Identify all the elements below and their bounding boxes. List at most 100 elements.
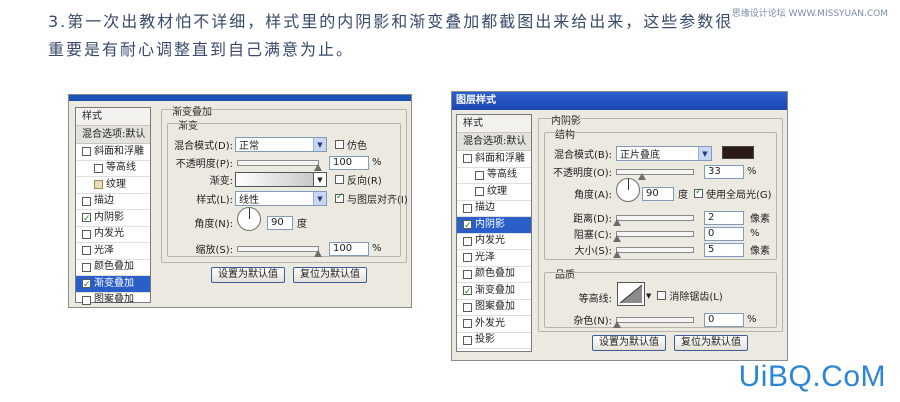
choke-label: 阻塞(C):: [573, 230, 612, 241]
slider-thumb[interactable]: [613, 320, 621, 328]
checkbox[interactable]: [463, 269, 472, 279]
angle-dial[interactable]: [616, 178, 640, 202]
slider-thumb[interactable]: [613, 218, 621, 226]
style-select[interactable]: 线性 ▼: [235, 191, 327, 206]
choke-unit: %: [750, 228, 760, 239]
checkbox-checked[interactable]: [463, 218, 472, 235]
checkbox-checked[interactable]: [82, 277, 91, 294]
choke-slider[interactable]: [613, 230, 694, 242]
caption-line-2: 重要是有耐心调整直到自己满意为止。: [48, 40, 355, 59]
sidebar-item-drop-shadow[interactable]: 投影: [457, 333, 531, 349]
sidebar-item-inner-shadow[interactable]: 内阴影: [457, 217, 531, 235]
sidebar-item-texture[interactable]: 纹理: [76, 177, 150, 194]
sidebar-item-color-overlay[interactable]: 颜色叠加: [457, 267, 531, 283]
reset-default-button[interactable]: 复位为默认值: [674, 335, 748, 351]
size-slider[interactable]: [613, 246, 694, 258]
checkbox[interactable]: [475, 170, 484, 180]
checkbox[interactable]: [82, 295, 91, 305]
checkbox-checked[interactable]: [82, 211, 91, 228]
angle-input[interactable]: 90: [642, 186, 674, 201]
chevron-down-icon[interactable]: ▼: [646, 292, 651, 300]
angle-input[interactable]: 90: [267, 215, 293, 230]
checkbox[interactable]: [463, 319, 472, 329]
sidebar-item-pattern-overlay[interactable]: 图案叠加: [76, 293, 150, 308]
angle-dial[interactable]: [237, 207, 261, 231]
slider-thumb[interactable]: [638, 172, 647, 180]
checkbox[interactable]: [463, 236, 472, 246]
align-checkbox[interactable]: [335, 192, 344, 203]
sidebar-item-stroke[interactable]: 描边: [76, 194, 150, 210]
checkbox[interactable]: [82, 196, 91, 206]
opacity-input[interactable]: 33: [704, 164, 744, 179]
sidebar-item-bevel[interactable]: 斜面和浮雕: [76, 144, 150, 161]
sidebar-item-pattern-overlay[interactable]: 图案叠加: [457, 300, 531, 316]
choke-input[interactable]: 0: [704, 226, 744, 241]
checkbox[interactable]: [82, 229, 91, 239]
scale-input[interactable]: 100: [329, 241, 369, 256]
opacity-input[interactable]: 100: [329, 155, 369, 170]
shadow-color-swatch[interactable]: [722, 146, 754, 159]
checkbox[interactable]: [463, 253, 472, 263]
reset-default-button[interactable]: 复位为默认值: [293, 267, 367, 283]
sidebar-item-outer-glow[interactable]: 外发光: [457, 316, 531, 333]
sidebar-header[interactable]: 样式: [76, 108, 150, 126]
size-input[interactable]: 5: [704, 242, 744, 257]
sidebar-item-texture[interactable]: 纹理: [457, 184, 531, 201]
sidebar-item-inner-glow[interactable]: 内发光: [76, 227, 150, 243]
sidebar-item-gradient-overlay[interactable]: 渐变叠加: [76, 276, 150, 294]
dither-label: 仿色: [347, 141, 367, 152]
slider-thumb[interactable]: [314, 249, 322, 257]
checkbox[interactable]: [82, 147, 91, 157]
set-default-button[interactable]: 设置为默认值: [592, 335, 666, 351]
sidebar-item-gradient-overlay[interactable]: 渐变叠加: [457, 283, 531, 301]
sidebar-blend-options[interactable]: 混合选项:默认: [457, 133, 531, 151]
blend-mode-select[interactable]: 正常 ▼: [235, 137, 327, 152]
checkbox[interactable]: [463, 302, 472, 312]
set-default-button[interactable]: 设置为默认值: [211, 267, 285, 283]
noise-input[interactable]: 0: [704, 312, 744, 327]
checkbox[interactable]: [475, 187, 484, 197]
sidebar-item-inner-shadow[interactable]: 内阴影: [76, 210, 150, 228]
sidebar-header[interactable]: 样式: [457, 115, 531, 133]
global-light-checkbox[interactable]: [694, 187, 703, 198]
scale-slider[interactable]: [237, 245, 322, 257]
antialias-checkbox[interactable]: [657, 291, 667, 300]
sidebar-item-satin[interactable]: 光泽: [76, 243, 150, 260]
checkbox[interactable]: [82, 246, 91, 256]
slider-thumb[interactable]: [613, 250, 621, 258]
checkbox[interactable]: [463, 154, 472, 164]
sidebar-item-contour[interactable]: 等高线: [457, 168, 531, 184]
opacity-unit: %: [372, 157, 382, 168]
dither-checkbox[interactable]: [335, 140, 344, 149]
opacity-slider[interactable]: [237, 159, 322, 171]
sidebar-item-satin[interactable]: 光泽: [457, 250, 531, 267]
noise-slider[interactable]: [613, 316, 694, 328]
sidebar-item-stroke[interactable]: 描边: [457, 201, 531, 217]
checkbox[interactable]: [82, 262, 91, 272]
checkbox[interactable]: [94, 163, 103, 173]
sidebar-item-inner-glow[interactable]: 内发光: [457, 234, 531, 250]
contour-picker[interactable]: [617, 282, 645, 306]
reverse-checkbox[interactable]: [335, 175, 344, 184]
distance-slider[interactable]: [613, 214, 694, 226]
gradient-picker[interactable]: ▼: [235, 172, 327, 187]
gradient-preview[interactable]: [236, 173, 313, 186]
sidebar-blend-options[interactable]: 混合选项:默认: [76, 126, 150, 144]
chevron-down-icon[interactable]: ▼: [313, 173, 326, 186]
texture-checkbox[interactable]: [94, 180, 103, 190]
opacity-slider[interactable]: [616, 168, 694, 180]
distance-input[interactable]: 2: [704, 210, 744, 225]
checkbox[interactable]: [463, 203, 472, 213]
slider-thumb[interactable]: [314, 163, 322, 171]
opacity-row: 不透明度(P): 100 %: [173, 155, 382, 171]
sidebar-item-label: 内发光: [475, 235, 505, 246]
opacity-unit: %: [747, 166, 757, 177]
slider-thumb[interactable]: [613, 234, 621, 242]
blend-mode-select[interactable]: 正片叠底 ▼: [616, 146, 712, 161]
sidebar-item-contour[interactable]: 等高线: [76, 161, 150, 177]
checkbox-checked[interactable]: [463, 284, 472, 301]
sidebar-item-color-overlay[interactable]: 颜色叠加: [76, 260, 150, 276]
checkbox[interactable]: [463, 335, 472, 345]
sidebar-item-bevel[interactable]: 斜面和浮雕: [457, 151, 531, 168]
sidebar-item-label: 内发光: [94, 228, 124, 239]
